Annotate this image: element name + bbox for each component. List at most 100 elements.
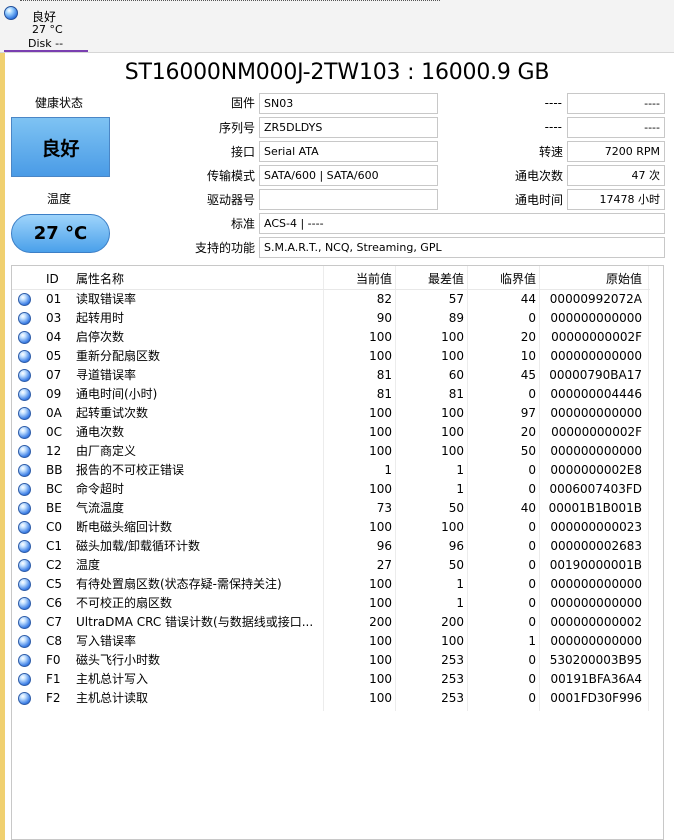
interface-label: 接口 [230, 145, 255, 159]
serial-label: 序列号 [218, 121, 255, 135]
table-row[interactable]: BC 命令超时 100 1 0 0006007403FD [12, 480, 650, 499]
table-row[interactable]: 09 通电时间(小时) 81 81 0 000000004446 [12, 385, 650, 404]
features-field: S.M.A.R.T., NCQ, Streaming, GPL [259, 237, 665, 258]
table-row[interactable]: BB 报告的不可校正错误 1 1 0 0000000002E8 [12, 461, 650, 480]
status-dot-icon [18, 369, 31, 382]
table-row[interactable]: 01 读取错误率 82 57 44 00000992072A [12, 290, 650, 309]
attr-worst: 1 [456, 482, 464, 496]
attr-id: C2 [46, 558, 63, 572]
attr-worst: 253 [441, 691, 464, 705]
status-dot-icon [18, 312, 31, 325]
header-threshold[interactable]: 临界值 [468, 268, 536, 290]
header-name[interactable]: 属性名称 [76, 268, 324, 290]
table-row[interactable]: 0C 通电次数 100 100 20 00000000002F [12, 423, 650, 442]
status-dot-icon [18, 559, 31, 572]
header-worst[interactable]: 最差值 [396, 268, 464, 290]
table-row[interactable]: F0 磁头飞行小时数 100 253 0 530200003B95 [12, 651, 650, 670]
attr-current: 1 [384, 463, 392, 477]
attr-id: C1 [46, 539, 63, 553]
attr-threshold: 0 [528, 577, 536, 591]
attr-raw: 0006007403FD [549, 482, 643, 496]
attr-raw: 000000000000 [550, 444, 642, 458]
attr-name: 读取错误率 [76, 292, 137, 306]
attr-raw: 000000000000 [550, 596, 642, 610]
table-row[interactable]: 0A 起转重试次数 100 100 97 000000000000 [12, 404, 650, 423]
temperature-button[interactable]: 27 °C [11, 214, 110, 253]
right-field-2: ---- [567, 117, 665, 138]
disk-title: ST16000NM000J-2TW103 : 16000.9 GB [124, 60, 550, 85]
attr-threshold: 0 [528, 463, 536, 477]
rotation-rate-label: 转速 [538, 145, 563, 159]
status-dot-icon [18, 578, 31, 591]
attr-threshold: 44 [520, 292, 536, 306]
attr-name: 不可校正的扇区数 [76, 596, 173, 610]
table-row[interactable]: C1 磁头加载/卸载循环计数 96 96 0 000000002683 [12, 537, 650, 556]
attr-current: 100 [369, 634, 392, 648]
attr-name: 起转用时 [76, 311, 125, 325]
status-dot-icon [18, 502, 31, 515]
attr-current: 96 [376, 539, 392, 553]
attr-worst: 100 [441, 330, 464, 344]
table-row[interactable]: F1 主机总计写入 100 253 0 00191BFA36A4 [12, 670, 650, 689]
status-dot-icon [18, 350, 31, 363]
attr-worst: 96 [448, 539, 464, 553]
attr-threshold: 0 [528, 558, 536, 572]
header-raw[interactable]: 原始值 [540, 268, 642, 290]
status-dot-icon [18, 635, 31, 648]
table-row[interactable]: 12 由厂商定义 100 100 50 000000000000 [12, 442, 650, 461]
health-status-button[interactable]: 良好 [11, 117, 110, 177]
table-row[interactable]: 03 起转用时 90 89 0 000000000000 [12, 309, 650, 328]
attr-current: 100 [369, 596, 392, 610]
attr-current: 82 [376, 292, 392, 306]
status-dot-icon [18, 616, 31, 629]
attr-current: 90 [376, 311, 392, 325]
attr-worst: 100 [441, 425, 464, 439]
power-on-count-field: 47 次 [567, 165, 665, 186]
table-row[interactable]: 04 启停次数 100 100 20 00000000002F [12, 328, 650, 347]
attr-name: 通电时间(小时) [76, 387, 158, 401]
header-current[interactable]: 当前值 [324, 268, 392, 290]
attr-current: 100 [369, 444, 392, 458]
attr-current: 200 [369, 615, 392, 629]
attr-worst: 50 [448, 501, 464, 515]
smart-attribute-table[interactable]: ID 属性名称 当前值 最差值 临界值 原始值 01 读取错误率 82 57 44 000… [11, 265, 664, 840]
attr-current: 100 [369, 482, 392, 496]
right-field-1: ---- [567, 93, 665, 114]
disk-tab-label: Disk -- [28, 37, 64, 50]
attr-threshold: 0 [528, 691, 536, 705]
table-header: ID 属性名称 当前值 最差值 临界值 原始值 [12, 268, 650, 290]
attr-threshold: 1 [528, 634, 536, 648]
status-dot-icon [18, 521, 31, 534]
attr-id: 05 [46, 349, 62, 363]
disk-tab-temp: 27 °C [32, 23, 63, 36]
attr-threshold: 20 [520, 330, 536, 344]
serial-field: ZR5DLDYS [259, 117, 438, 138]
header-id[interactable]: ID [46, 268, 74, 290]
attr-id: 04 [46, 330, 62, 344]
attr-worst: 253 [441, 653, 464, 667]
table-row[interactable]: F2 主机总计读取 100 253 0 0001FD30F996 [12, 689, 650, 708]
power-on-hours-label: 通电时间 [514, 193, 563, 207]
attr-name: 通电次数 [76, 425, 125, 439]
attr-name: 主机总计读取 [76, 691, 149, 705]
table-row[interactable]: C5 有待处置扇区数(状态存疑-需保持关注) 100 1 0 000000000000 [12, 575, 650, 594]
attr-raw: 00190000001B [549, 558, 642, 572]
table-row[interactable]: 07 寻道错误率 81 60 45 00000790BA17 [12, 366, 650, 385]
attr-threshold: 0 [528, 482, 536, 496]
attr-current: 100 [369, 349, 392, 363]
right-label-2: ---- [544, 120, 562, 134]
table-row[interactable]: C6 不可校正的扇区数 100 1 0 000000000000 [12, 594, 650, 613]
table-row[interactable]: C0 断电磁头缩回计数 100 100 0 000000000023 [12, 518, 650, 537]
table-row[interactable]: 05 重新分配扇区数 100 100 10 000000000000 [12, 347, 650, 366]
disk-tab[interactable]: 良好 27 °C Disk -- [4, 2, 88, 52]
table-row[interactable]: C2 温度 27 50 0 00190000001B [12, 556, 650, 575]
table-row[interactable]: C7 UltraDMA CRC 错误计数(与数据线或接口... 200 200 0 000… [12, 613, 650, 632]
attr-id: 07 [46, 368, 62, 382]
attr-id: C5 [46, 577, 63, 591]
table-row[interactable]: BE 气流温度 73 50 40 00001B1B001B [12, 499, 650, 518]
attr-current: 81 [376, 387, 392, 401]
status-dot-icon [18, 692, 31, 705]
table-row[interactable]: C8 写入错误率 100 100 1 000000000000 [12, 632, 650, 651]
attr-threshold: 0 [528, 615, 536, 629]
status-dot-icon [18, 540, 31, 553]
